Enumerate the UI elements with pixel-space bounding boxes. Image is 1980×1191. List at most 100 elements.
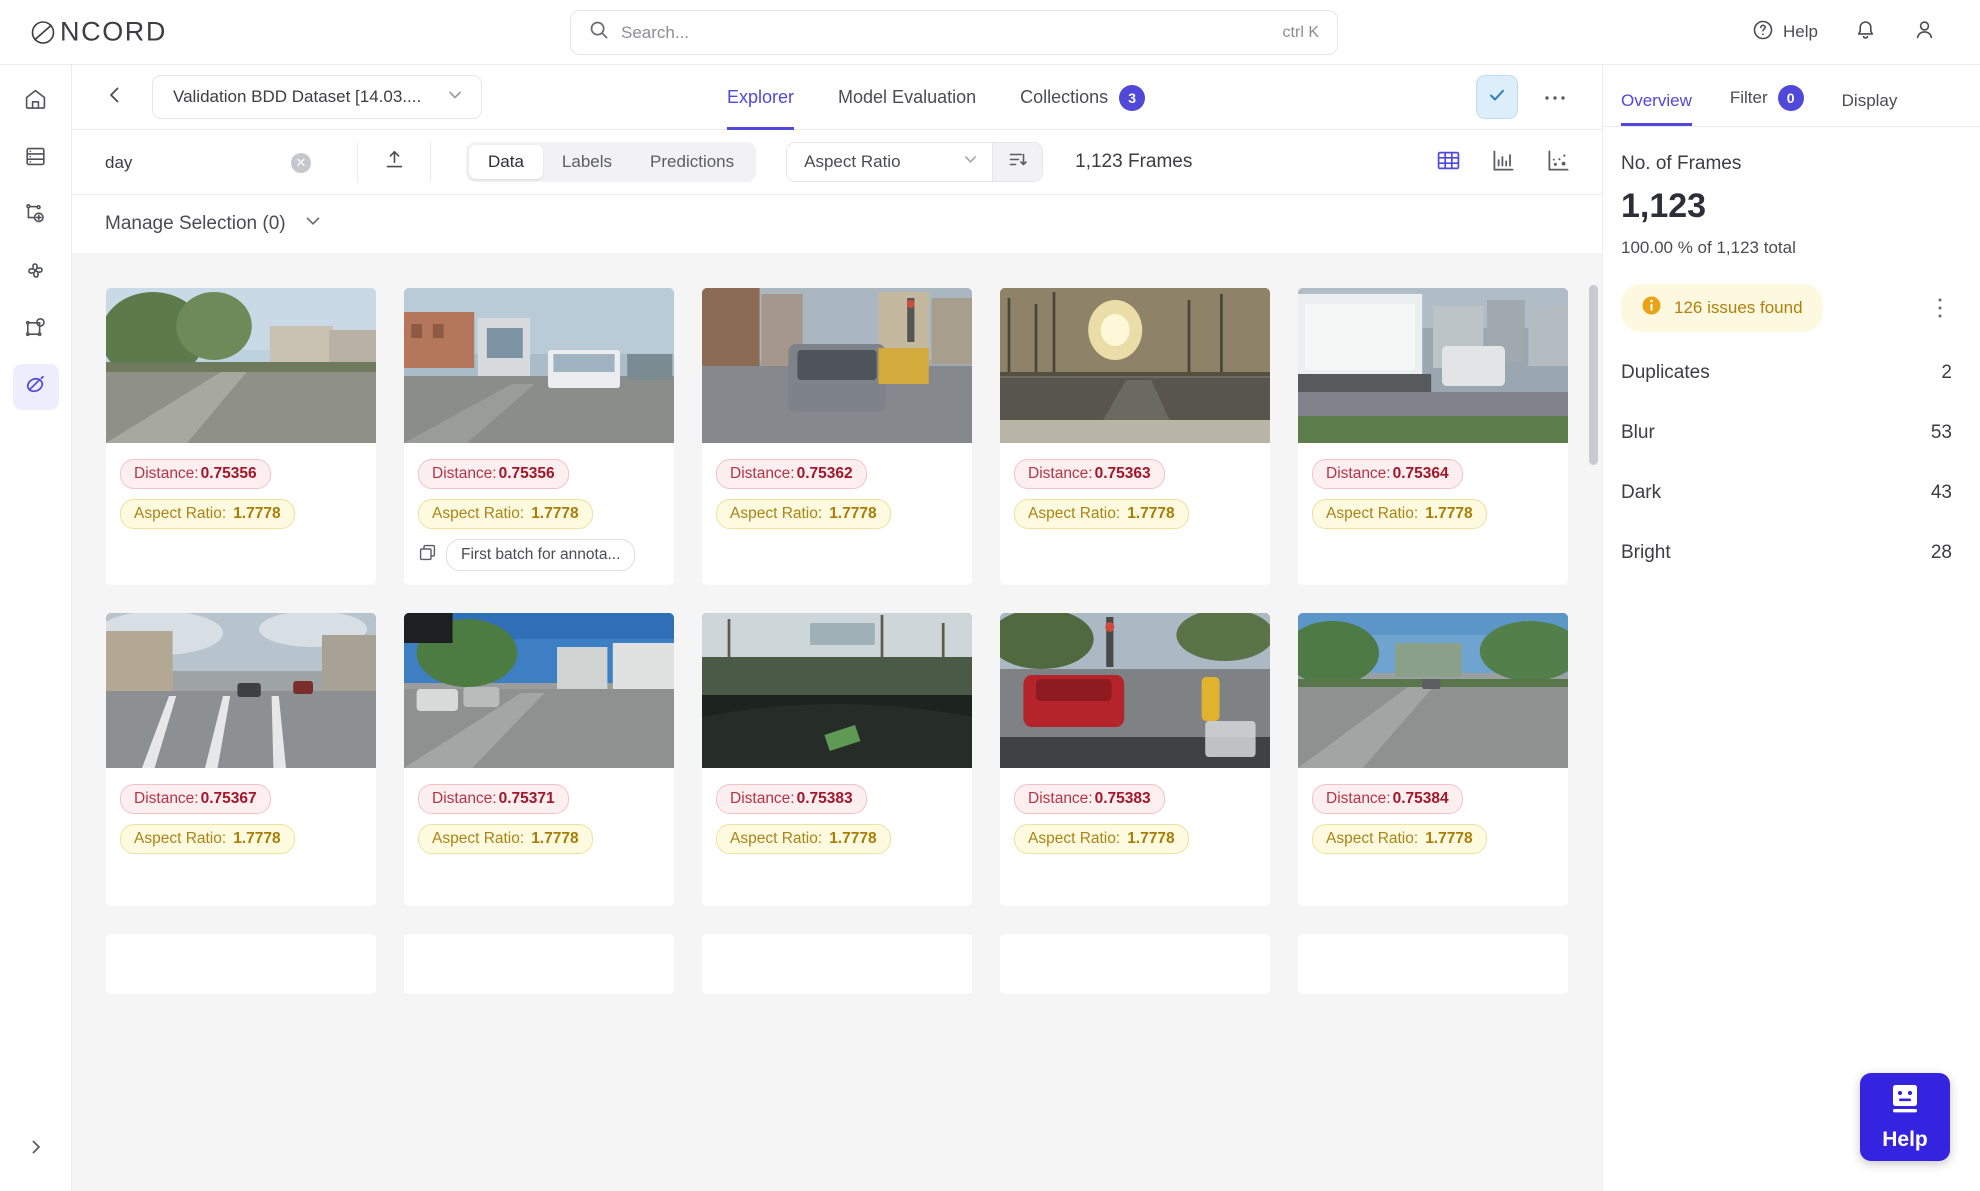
table-row[interactable]: Distance: 0.75383 Aspect Ratio: 1.7778 bbox=[702, 613, 972, 906]
table-row[interactable] bbox=[1000, 934, 1270, 994]
clear-filter-icon[interactable]: ✕ bbox=[291, 152, 311, 173]
annotate-add-icon bbox=[23, 201, 48, 231]
status-badge-aspect-ratio: Aspect Ratio: 1.7778 bbox=[120, 824, 295, 854]
chevron-down-icon bbox=[302, 210, 324, 238]
toolbar-divider-2 bbox=[430, 142, 431, 182]
table-row[interactable]: Distance: 0.75362 Aspect Ratio: 1.7778 bbox=[702, 288, 972, 585]
stat-row-blur[interactable]: Blur 53 bbox=[1621, 414, 1952, 452]
segment-data[interactable]: Data bbox=[469, 145, 543, 179]
scatter-plot-view-toggle[interactable] bbox=[1545, 147, 1572, 179]
ratio-value: 1.7778 bbox=[1127, 830, 1175, 847]
tab-collections[interactable]: Collections 3 bbox=[1020, 65, 1146, 130]
thumbnail-image bbox=[1000, 934, 1270, 994]
account-button[interactable] bbox=[1913, 18, 1936, 46]
table-row[interactable] bbox=[106, 934, 376, 994]
thumbnail-grid: Distance: 0.75356 Aspect Ratio: 1.7778 D… bbox=[72, 253, 1602, 994]
filter-count-badge: 0 bbox=[1777, 85, 1804, 111]
sidebar-item-annotate[interactable] bbox=[13, 193, 59, 239]
notifications-button[interactable] bbox=[1854, 18, 1877, 46]
table-row[interactable]: Distance: 0.75363 Aspect Ratio: 1.7778 bbox=[1000, 288, 1270, 585]
ellipsis-horizontal-icon bbox=[1544, 94, 1566, 101]
table-row[interactable]: Distance: 0.75383 Aspect Ratio: 1.7778 bbox=[1000, 613, 1270, 906]
card-metadata: Distance: 0.75367 Aspect Ratio: 1.7778 bbox=[106, 768, 376, 868]
stat-label-dark: Dark bbox=[1621, 482, 1662, 503]
tab-model-evaluation[interactable]: Model Evaluation bbox=[838, 65, 976, 130]
help-label: Help bbox=[1783, 22, 1818, 41]
header-more-button[interactable] bbox=[1538, 80, 1572, 114]
tab-display[interactable]: Display bbox=[1842, 91, 1898, 126]
help-chat-widget[interactable]: Help bbox=[1860, 1073, 1950, 1161]
ratio-label: Aspect Ratio: bbox=[432, 830, 525, 847]
tab-explorer[interactable]: Explorer bbox=[727, 65, 795, 130]
sort-direction-button[interactable] bbox=[992, 143, 1043, 181]
segment-labels[interactable]: Labels bbox=[543, 145, 631, 179]
robot-face-icon bbox=[1888, 1083, 1922, 1121]
grid-scrollbar[interactable] bbox=[1589, 285, 1598, 465]
stat-row-duplicates[interactable]: Duplicates 2 bbox=[1621, 354, 1952, 392]
search-input[interactable] bbox=[609, 22, 1283, 43]
sort-field-value: Aspect Ratio bbox=[804, 152, 901, 171]
help-button[interactable]: Help bbox=[1752, 19, 1818, 46]
distance-label: Distance: bbox=[432, 790, 497, 807]
sort-field-select[interactable]: Aspect Ratio bbox=[787, 143, 993, 181]
table-row[interactable]: Distance: 0.75356 Aspect Ratio: 1.7778 bbox=[106, 288, 376, 585]
dataset-selector[interactable]: Validation BDD Dataset [14.03.... bbox=[152, 75, 482, 119]
ratio-value: 1.7778 bbox=[829, 830, 877, 847]
card-metadata: Distance: 0.75383 Aspect Ratio: 1.7778 bbox=[1000, 768, 1270, 868]
ratio-label: Aspect Ratio: bbox=[432, 505, 525, 522]
grid-view-toggle[interactable] bbox=[1435, 147, 1462, 179]
back-button[interactable] bbox=[98, 80, 132, 114]
sidebar-item-home[interactable] bbox=[13, 79, 59, 125]
sidebar-item-active-explorer[interactable] bbox=[12, 364, 59, 410]
distance-label: Distance: bbox=[134, 790, 199, 807]
distance-value: 0.75384 bbox=[1392, 790, 1449, 807]
search-filter-field[interactable]: day ✕ bbox=[72, 130, 357, 195]
table-row[interactable]: Distance: 0.75356 Aspect Ratio: 1.7778 Fir… bbox=[404, 288, 674, 585]
tab-filter[interactable]: Filter 0 bbox=[1730, 85, 1804, 126]
app-logo[interactable]: NCORD bbox=[30, 17, 167, 48]
issues-more-button[interactable] bbox=[1926, 297, 1952, 319]
issues-found-label: 126 issues found bbox=[1674, 298, 1803, 317]
thumbnail-image bbox=[1298, 288, 1568, 443]
collection-badge[interactable]: First batch for annota... bbox=[418, 539, 636, 571]
table-row[interactable]: Distance: 0.75364 Aspect Ratio: 1.7778 bbox=[1298, 288, 1568, 585]
stat-row-dark[interactable]: Dark 43 bbox=[1621, 474, 1952, 512]
ratio-label: Aspect Ratio: bbox=[134, 505, 227, 522]
sidebar-item-workflows[interactable] bbox=[13, 250, 59, 296]
thumbnail-image bbox=[1298, 613, 1568, 768]
thumbnail-image bbox=[106, 934, 376, 994]
select-mode-button[interactable] bbox=[1476, 75, 1518, 119]
distance-value: 0.75371 bbox=[498, 790, 555, 807]
manage-selection-bar: Manage Selection (0) bbox=[72, 195, 1602, 253]
collection-icon bbox=[418, 543, 437, 567]
upload-button[interactable] bbox=[358, 130, 430, 194]
card-metadata: Distance: 0.75364 Aspect Ratio: 1.7778 bbox=[1298, 443, 1568, 543]
status-badge-distance: Distance: 0.75383 bbox=[716, 784, 867, 814]
sidebar-item-models[interactable] bbox=[13, 307, 59, 353]
thumbnail-image bbox=[702, 934, 972, 994]
tab-overview[interactable]: Overview bbox=[1621, 91, 1692, 126]
chevron-down-icon bbox=[961, 150, 980, 174]
expand-sidebar-button[interactable] bbox=[18, 1131, 54, 1167]
bar-chart-view-toggle[interactable] bbox=[1490, 147, 1517, 179]
global-search[interactable]: ctrl K bbox=[570, 10, 1338, 55]
thumbnail-image bbox=[1000, 288, 1270, 443]
table-row[interactable]: Distance: 0.75371 Aspect Ratio: 1.7778 bbox=[404, 613, 674, 906]
stat-row-bright[interactable]: Bright 28 bbox=[1621, 534, 1952, 572]
table-row[interactable] bbox=[702, 934, 972, 994]
table-row[interactable]: Distance: 0.75384 Aspect Ratio: 1.7778 bbox=[1298, 613, 1568, 906]
frames-section-label: No. of Frames bbox=[1621, 153, 1742, 174]
segment-predictions[interactable]: Predictions bbox=[631, 145, 753, 179]
thumbnail-grid-area[interactable]: Distance: 0.75356 Aspect Ratio: 1.7778 D… bbox=[72, 253, 1602, 1191]
user-avatar-icon bbox=[1913, 18, 1936, 46]
table-row[interactable] bbox=[404, 934, 674, 994]
sidebar-item-datasets[interactable] bbox=[13, 136, 59, 182]
table-row[interactable] bbox=[1298, 934, 1568, 994]
chevron-down-icon bbox=[445, 85, 465, 110]
manage-selection-button[interactable]: Manage Selection (0) bbox=[105, 210, 324, 238]
home-icon bbox=[23, 87, 48, 117]
upload-icon bbox=[383, 148, 406, 176]
issues-found-badge[interactable]: 126 issues found bbox=[1621, 284, 1823, 332]
ratio-value: 1.7778 bbox=[1127, 505, 1175, 522]
table-row[interactable]: Distance: 0.75367 Aspect Ratio: 1.7778 bbox=[106, 613, 376, 906]
